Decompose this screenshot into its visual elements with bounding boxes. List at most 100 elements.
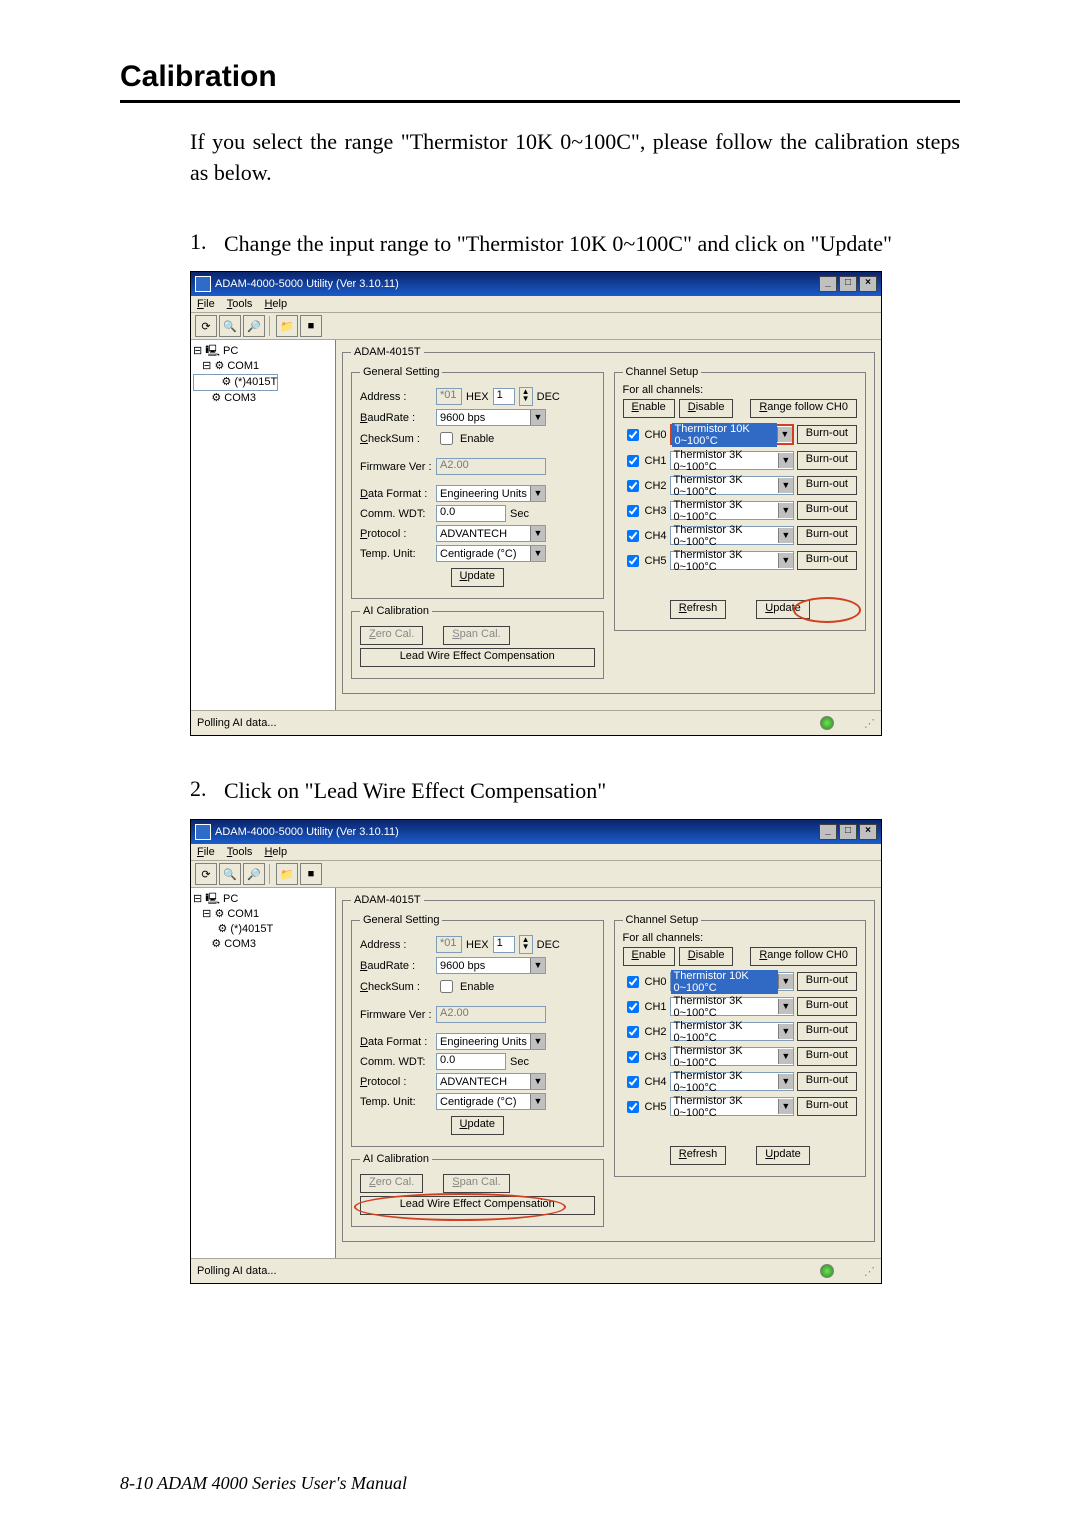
ch1b-range-select[interactable]: Thermistor 3K 0~100°C▼ xyxy=(670,997,794,1016)
tb-btn-2[interactable]: 🔍 xyxy=(219,315,241,337)
chan-update-button-2[interactable]: Update xyxy=(756,1146,809,1165)
ch0-range-select[interactable]: Thermistor 10K 0~100°C▼ xyxy=(670,424,794,445)
tree-pane[interactable]: PC COM1 (*)4015T COM3 xyxy=(191,340,336,710)
ch5b-range-select[interactable]: Thermistor 3K 0~100°C▼ xyxy=(670,1097,794,1116)
resize-grip-icon[interactable]: ⋰ xyxy=(864,717,875,730)
ch5b-checkbox[interactable] xyxy=(627,1101,639,1113)
chan-update-button[interactable]: Update xyxy=(756,600,809,619)
ch1-burnout-button[interactable]: Burn-out xyxy=(797,451,857,470)
tb-btn-4[interactable]: 📁 xyxy=(276,315,298,337)
ch1b-burnout-button[interactable]: Burn-out xyxy=(797,997,857,1016)
tree-com3-2[interactable]: COM3 xyxy=(193,937,333,952)
address-dec[interactable]: 1 xyxy=(493,388,515,405)
ch4-checkbox[interactable] xyxy=(627,530,639,542)
tb-btn-3[interactable]: 🔎 xyxy=(243,315,265,337)
dec-spinner-2[interactable]: ▲▼ xyxy=(519,935,533,954)
tb-btn-2b[interactable]: 🔍 xyxy=(219,863,241,885)
proto-select[interactable]: ADVANTECH▼ xyxy=(436,525,546,542)
zero-cal-button[interactable]: Zero Cal. xyxy=(360,626,423,645)
ch0-burnout-button[interactable]: Burn-out xyxy=(797,425,857,444)
ch2b-checkbox[interactable] xyxy=(627,1026,639,1038)
ch0b-checkbox[interactable] xyxy=(627,976,639,988)
disable-all-button-2[interactable]: Disable xyxy=(679,947,734,966)
tree-device[interactable]: (*)4015T xyxy=(193,374,278,391)
ch4b-checkbox[interactable] xyxy=(627,1076,639,1088)
disable-all-button[interactable]: Disable xyxy=(679,399,734,418)
tb-btn-1[interactable]: ⟳ xyxy=(195,315,217,337)
dec-spinner[interactable]: ▲▼ xyxy=(519,387,533,406)
lead-wire-button[interactable]: Lead Wire Effect Compensation xyxy=(360,648,595,667)
baud-select-2[interactable]: 9600 bps▼ xyxy=(436,957,546,974)
tb-btn-4b[interactable]: 📁 xyxy=(276,863,298,885)
zero-cal-button-2[interactable]: Zero Cal. xyxy=(360,1174,423,1193)
tree-com1[interactable]: COM1 xyxy=(193,359,333,374)
ch4-burnout-button[interactable]: Burn-out xyxy=(797,526,857,545)
baud-select[interactable]: 9600 bps▼ xyxy=(436,409,546,426)
checksum-checkbox[interactable] xyxy=(440,432,453,445)
minimize-button-2[interactable]: _ xyxy=(819,824,837,840)
ch2-checkbox[interactable] xyxy=(627,480,639,492)
address-dec-2[interactable]: 1 xyxy=(493,936,515,953)
ch3-burnout-button[interactable]: Burn-out xyxy=(797,501,857,520)
menu-help-2[interactable]: Help xyxy=(264,846,287,858)
checksum-checkbox-2[interactable] xyxy=(440,980,453,993)
ch1b-checkbox[interactable] xyxy=(627,1001,639,1013)
lead-wire-button-2[interactable]: Lead Wire Effect Compensation xyxy=(360,1196,595,1215)
df-select-2[interactable]: Engineering Units▼ xyxy=(436,1033,546,1050)
range-follow-button[interactable]: Range follow CH0 xyxy=(750,399,857,418)
tb-btn-1b[interactable]: ⟳ xyxy=(195,863,217,885)
resize-grip-icon-2[interactable]: ⋰ xyxy=(864,1265,875,1278)
minimize-button[interactable]: _ xyxy=(819,276,837,292)
tb-btn-5b[interactable]: ■ xyxy=(300,863,322,885)
ch5-range-select[interactable]: Thermistor 3K 0~100°C▼ xyxy=(670,551,794,570)
temp-select-2[interactable]: Centigrade (°C)▼ xyxy=(436,1093,546,1110)
tree-pc-2[interactable]: PC xyxy=(193,892,333,907)
maximize-button-2[interactable]: □ xyxy=(839,824,857,840)
menu-file[interactable]: File xyxy=(197,298,215,310)
ch1-range-select[interactable]: Thermistor 3K 0~100°C▼ xyxy=(670,451,794,470)
ch1-checkbox[interactable] xyxy=(627,455,639,467)
tree-pc[interactable]: PC xyxy=(193,344,333,359)
ch5-burnout-button[interactable]: Burn-out xyxy=(797,551,857,570)
ch4b-burnout-button[interactable]: Burn-out xyxy=(797,1072,857,1091)
wdt-value[interactable]: 0.0 xyxy=(436,505,506,522)
temp-select[interactable]: Centigrade (°C)▼ xyxy=(436,545,546,562)
address-hex[interactable]: *01 xyxy=(436,388,462,405)
close-button[interactable]: × xyxy=(859,276,877,292)
refresh-button[interactable]: Refresh xyxy=(670,600,727,619)
ch5-checkbox[interactable] xyxy=(627,555,639,567)
tree-com3[interactable]: COM3 xyxy=(193,391,333,406)
wdt-value-2[interactable]: 0.0 xyxy=(436,1053,506,1070)
span-cal-button[interactable]: Span Cal. xyxy=(443,626,509,645)
menu-file-2[interactable]: File xyxy=(197,846,215,858)
menu-tools[interactable]: Tools xyxy=(227,298,253,310)
enable-all-button-2[interactable]: Enable xyxy=(623,947,675,966)
ch3b-burnout-button[interactable]: Burn-out xyxy=(797,1047,857,1066)
ch3-range-select[interactable]: Thermistor 3K 0~100°C▼ xyxy=(670,501,794,520)
update-button-2[interactable]: Update xyxy=(451,1116,504,1135)
ch0b-burnout-button[interactable]: Burn-out xyxy=(797,972,857,991)
update-button[interactable]: Update xyxy=(451,568,504,587)
maximize-button[interactable]: □ xyxy=(839,276,857,292)
ch0-checkbox[interactable] xyxy=(627,429,639,441)
tree-com1-2[interactable]: COM1 xyxy=(193,907,333,922)
span-cal-button-2[interactable]: Span Cal. xyxy=(443,1174,509,1193)
ch4-range-select[interactable]: Thermistor 3K 0~100°C▼ xyxy=(670,526,794,545)
tb-btn-5[interactable]: ■ xyxy=(300,315,322,337)
ch2b-burnout-button[interactable]: Burn-out xyxy=(797,1022,857,1041)
menu-help[interactable]: Help xyxy=(264,298,287,310)
ch2b-range-select[interactable]: Thermistor 3K 0~100°C▼ xyxy=(670,1022,794,1041)
proto-select-2[interactable]: ADVANTECH▼ xyxy=(436,1073,546,1090)
df-select[interactable]: Engineering Units▼ xyxy=(436,485,546,502)
tree-device-2[interactable]: (*)4015T xyxy=(193,922,333,937)
ch4b-range-select[interactable]: Thermistor 3K 0~100°C▼ xyxy=(670,1072,794,1091)
enable-all-button[interactable]: Enable xyxy=(623,399,675,418)
refresh-button-2[interactable]: Refresh xyxy=(670,1146,727,1165)
menu-tools-2[interactable]: Tools xyxy=(227,846,253,858)
ch3b-range-select[interactable]: Thermistor 3K 0~100°C▼ xyxy=(670,1047,794,1066)
ch3b-checkbox[interactable] xyxy=(627,1051,639,1063)
ch2-burnout-button[interactable]: Burn-out xyxy=(797,476,857,495)
ch2-range-select[interactable]: Thermistor 3K 0~100°C▼ xyxy=(670,476,794,495)
ch3-checkbox[interactable] xyxy=(627,505,639,517)
close-button-2[interactable]: × xyxy=(859,824,877,840)
